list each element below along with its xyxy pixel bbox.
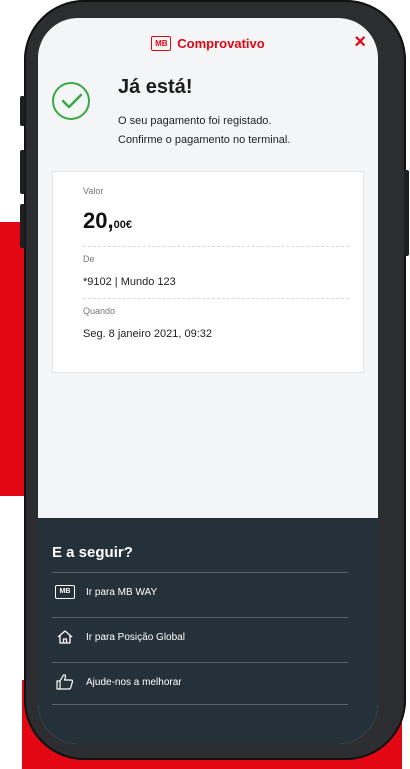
- divider: [52, 704, 348, 705]
- home-icon: [52, 629, 78, 645]
- amount-label: Valor: [83, 186, 104, 196]
- amount-decimal: 00€: [113, 219, 132, 231]
- next-steps-title: E a seguir?: [52, 544, 133, 561]
- success-line-2: Confirme o pagamento no terminal.: [118, 134, 291, 146]
- when-value: Seg. 8 janeiro 2021, 09:32: [83, 328, 213, 340]
- go-to-global-position-label: Ir para Posição Global: [86, 631, 185, 643]
- success-line-1: O seu pagamento foi registado.: [118, 115, 272, 127]
- phone-side-button: [20, 96, 25, 126]
- payment-details-card: Valor 20,00€ De *9102 | Mundo 123 Quando…: [52, 171, 364, 373]
- go-to-mbway-link[interactable]: MB Ir para MB WAY: [52, 572, 348, 611]
- amount-integer: 20,: [83, 208, 114, 233]
- close-icon[interactable]: ×: [354, 32, 366, 52]
- mb-logo-icon: MB: [151, 35, 172, 51]
- phone-side-button: [20, 204, 25, 248]
- success-description: O seu pagamento foi registado. Confirme …: [118, 112, 348, 150]
- thumbs-up-icon: [52, 673, 78, 691]
- help-us-improve-link[interactable]: Ajude-nos a melhorar: [52, 662, 348, 701]
- phone-side-button: [20, 150, 25, 194]
- go-to-mbway-label: Ir para MB WAY: [86, 586, 158, 598]
- from-value: *9102 | Mundo 123: [83, 276, 176, 288]
- mb-logo-wrapper: MB: [52, 585, 78, 599]
- divider: [83, 298, 349, 299]
- phone-power-button: [404, 170, 409, 256]
- check-circle-icon: [52, 82, 90, 120]
- mb-logo-icon: MB: [55, 585, 75, 599]
- help-us-improve-label: Ajude-nos a melhorar: [86, 676, 182, 688]
- app-screen: MB Comprovativo × Já está! O seu pagamen…: [38, 18, 378, 744]
- header: MB Comprovativo ×: [38, 18, 378, 68]
- amount-value: 20,00€: [83, 208, 132, 234]
- go-to-global-position-link[interactable]: Ir para Posição Global: [52, 617, 348, 656]
- success-title: Já está!: [118, 76, 193, 98]
- next-steps-panel: E a seguir? MB Ir para MB WAY Ir para Po…: [38, 518, 378, 744]
- when-label: Quando: [83, 306, 116, 316]
- divider: [83, 246, 349, 247]
- page-title: Comprovativo: [177, 35, 265, 51]
- from-label: De: [83, 254, 95, 264]
